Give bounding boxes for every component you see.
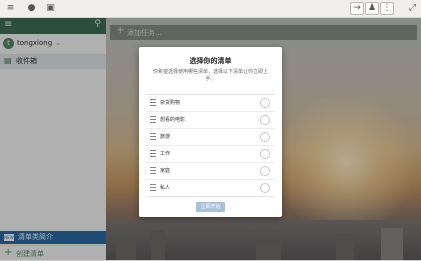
checkbox[interactable] [260, 149, 270, 159]
start-now-button[interactable]: 立即开始 [196, 202, 225, 212]
checkbox[interactable] [260, 98, 270, 108]
checkbox[interactable] [260, 115, 270, 125]
choose-lists-dialog: 选择你的清单 你希望选择使用哪些清单，选择以下清单让你立即上手。 杂货购物 想看… [139, 47, 282, 217]
list-option-label: 工作 [160, 151, 171, 157]
bell-icon[interactable]: ● [25, 2, 38, 14]
list-option-movies[interactable]: 想看的电影 [146, 112, 275, 129]
dialog-subtitle: 你希望选择使用哪些清单，选择以下清单让你立即上手。 [153, 69, 269, 82]
list-icon [150, 116, 156, 123]
more-icon[interactable]: ⋮ [380, 2, 394, 15]
list-option-work[interactable]: 工作 [146, 146, 275, 163]
list-icon [150, 184, 156, 191]
list-icon [150, 167, 156, 174]
list-option-label: 家庭 [160, 168, 171, 174]
list-option-label: 私人 [160, 185, 171, 191]
user-icon[interactable]: ♟ [365, 2, 379, 15]
list-option-groceries[interactable]: 杂货购物 [146, 95, 275, 112]
list-option-label: 想看的电影 [160, 117, 186, 123]
list-option-label: 旅游 [160, 134, 171, 140]
list-option-private[interactable]: 私人 [146, 180, 275, 196]
gift-icon[interactable]: ▣ [44, 2, 57, 14]
list-icon [150, 133, 156, 140]
list-icon [150, 99, 156, 106]
dialog-title: 选择你的清单 [189, 57, 232, 65]
title-bar: ≡ ● ▣ → ♟ ⋮ ⤢ [0, 0, 421, 18]
list-options: 杂货购物 想看的电影 旅游 工作 家庭 私人 [146, 94, 275, 197]
checkbox[interactable] [260, 132, 270, 142]
checkbox[interactable] [260, 183, 270, 193]
list-icon [150, 150, 156, 157]
hamburger-icon[interactable]: ≡ [4, 2, 17, 14]
list-option-family[interactable]: 家庭 [146, 163, 275, 180]
list-option-label: 杂货购物 [160, 100, 181, 106]
checkbox[interactable] [260, 166, 270, 176]
sign-out-icon[interactable]: → [350, 2, 364, 15]
fullscreen-icon[interactable]: ⤢ [406, 2, 419, 14]
list-option-travel[interactable]: 旅游 [146, 129, 275, 146]
